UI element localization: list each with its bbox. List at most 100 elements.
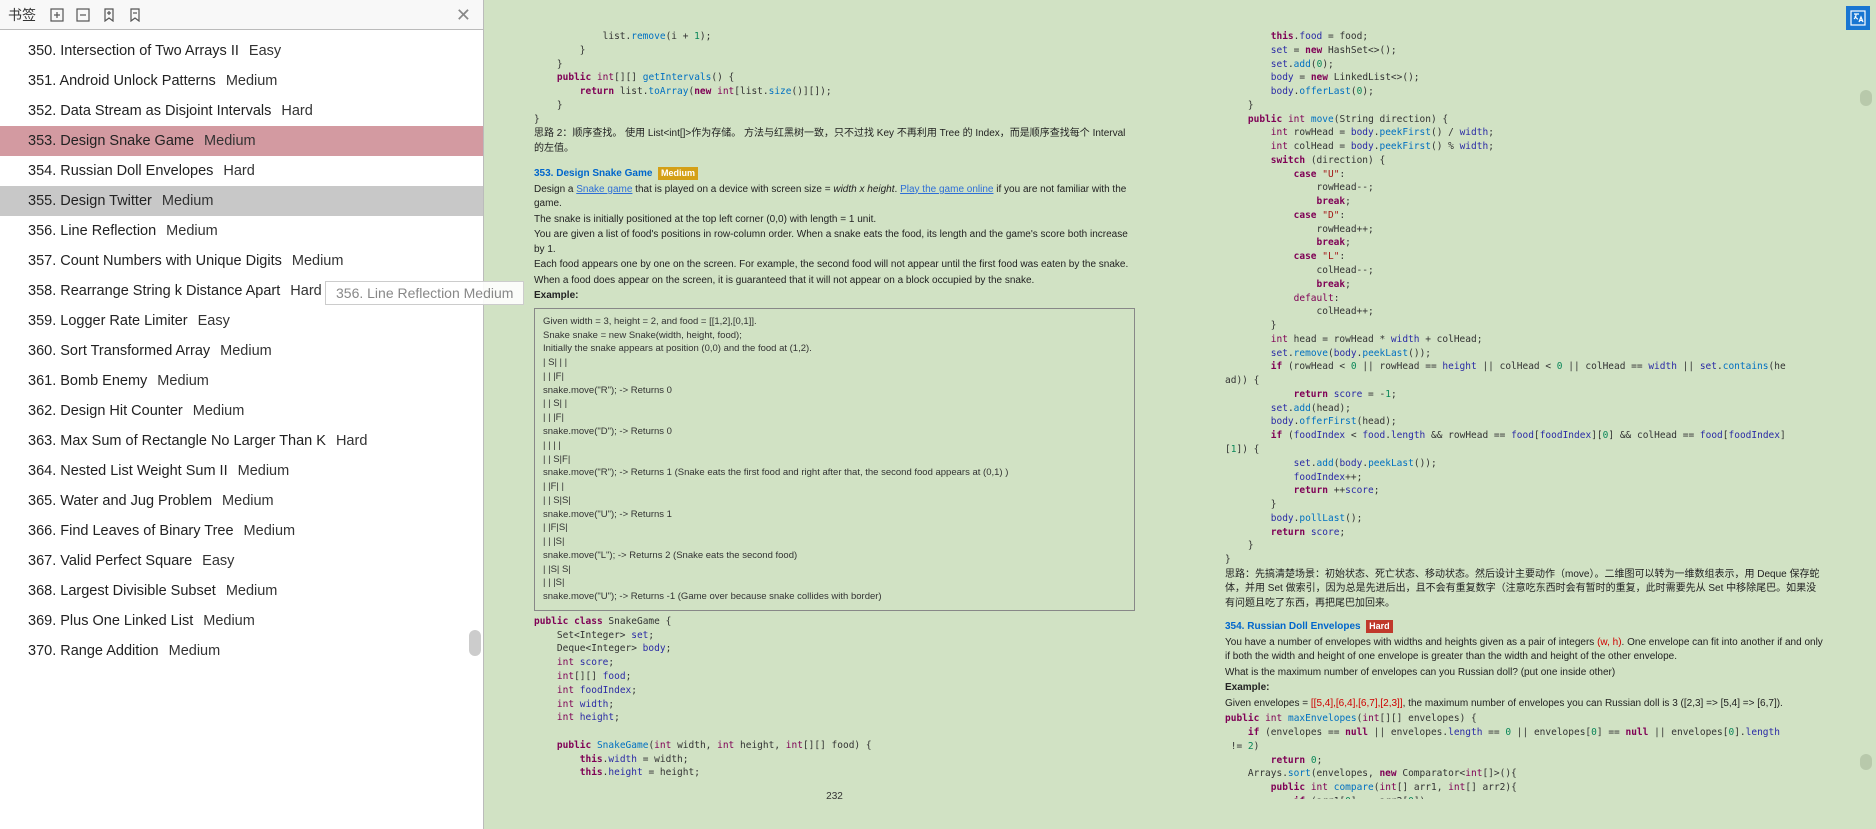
bookmark-item[interactable]: 350. Intersection of Two Arrays II Easy — [0, 36, 483, 66]
bookmark-label: 366. Find Leaves of Binary Tree — [28, 523, 234, 539]
bookmark-item[interactable]: 359. Logger Rate Limiter Easy — [0, 306, 483, 336]
doc-text: Each food appears one by one on the scre… — [534, 258, 1135, 273]
bookmark-difficulty: Hard — [290, 283, 321, 299]
bookmark-item[interactable]: 354. Russian Doll Envelopes Hard — [0, 156, 483, 186]
bookmark-label: 354. Russian Doll Envelopes — [28, 163, 213, 179]
doc-text: Given envelopes = [[5,4],[6,4],[6,7],[2,… — [1225, 697, 1826, 712]
code-block: list.remove(i + 1); } } public int[][] g… — [534, 30, 1135, 126]
bookmark-difficulty: Medium — [203, 613, 255, 629]
bookmark-item[interactable]: 363. Max Sum of Rectangle No Larger Than… — [0, 426, 483, 456]
content-scrollbar[interactable] — [1860, 70, 1872, 770]
bookmark-item[interactable]: 355. Design Twitter Medium — [0, 186, 483, 216]
bookmark-difficulty: Easy — [202, 553, 234, 569]
bookmark-item[interactable]: 364. Nested List Weight Sum II Medium — [0, 456, 483, 486]
bookmark-item[interactable]: 367. Valid Perfect Square Easy — [0, 546, 483, 576]
bookmark-add-icon[interactable] — [100, 6, 118, 24]
bookmark-item[interactable]: 360. Sort Transformed Array Medium — [0, 336, 483, 366]
document-viewer: list.remove(i + 1); } } public int[][] g… — [484, 0, 1876, 829]
bookmark-remove-icon[interactable] — [126, 6, 144, 24]
translate-icon[interactable] — [1846, 6, 1870, 30]
bookmark-difficulty: Medium — [204, 133, 256, 149]
bookmark-item[interactable]: 370. Range Addition Medium — [0, 636, 483, 666]
link-snake-game[interactable]: Snake game — [576, 184, 632, 195]
bookmark-label: 350. Intersection of Two Arrays II — [28, 43, 239, 59]
page-number: 232 — [534, 790, 1135, 799]
bookmark-label: 370. Range Addition — [28, 643, 159, 659]
sidebar-title: 书签 — [8, 5, 36, 25]
bookmark-difficulty: Hard — [223, 163, 254, 179]
bookmark-label: 369. Plus One Linked List — [28, 613, 193, 629]
bookmark-difficulty: Medium — [222, 493, 274, 509]
link-play-online[interactable]: Play the game online — [900, 184, 993, 195]
bookmark-item[interactable]: 358. Rearrange String k Distance Apart Ha… — [0, 276, 483, 306]
code-block: this.food = food; set = new HashSet<>();… — [1225, 30, 1826, 567]
expand-icon[interactable] — [48, 6, 66, 24]
code-block: public class SnakeGame { Set<Integer> se… — [534, 615, 1135, 780]
collapse-icon[interactable] — [74, 6, 92, 24]
bookmark-item[interactable]: 352. Data Stream as Disjoint Intervals Ha… — [0, 96, 483, 126]
page-left: list.remove(i + 1); } } public int[][] g… — [534, 30, 1135, 799]
bookmark-difficulty: Medium — [226, 73, 278, 89]
close-icon[interactable]: ✕ — [452, 6, 475, 24]
bookmark-label: 365. Water and Jug Problem — [28, 493, 212, 509]
bookmark-label: 364. Nested List Weight Sum II — [28, 463, 228, 479]
bookmark-item[interactable]: 369. Plus One Linked List Medium — [0, 606, 483, 636]
bookmark-item[interactable]: 365. Water and Jug Problem Medium — [0, 486, 483, 516]
bookmark-label: 351. Android Unlock Patterns — [28, 73, 216, 89]
bookmark-item[interactable]: 353. Design Snake GameMedium — [0, 126, 483, 156]
bookmark-difficulty: Medium — [169, 643, 221, 659]
bookmark-item[interactable]: 361. Bomb EnemyMedium — [0, 366, 483, 396]
bookmark-label: 359. Logger Rate Limiter — [28, 313, 188, 329]
bookmark-label: 357. Count Numbers with Unique Digits — [28, 253, 282, 269]
bookmark-label: 368. Largest Divisible Subset — [28, 583, 216, 599]
bookmark-item[interactable]: 357. Count Numbers with Unique Digits Med… — [0, 246, 483, 276]
bookmark-difficulty: Medium — [292, 253, 344, 269]
bookmark-label: 356. Line Reflection — [28, 223, 156, 239]
bookmark-label: 352. Data Stream as Disjoint Intervals — [28, 103, 271, 119]
difficulty-tag: Medium — [658, 167, 698, 180]
bookmark-label: 363. Max Sum of Rectangle No Larger Than… — [28, 433, 326, 449]
bookmark-label: 362. Design Hit Counter — [28, 403, 183, 419]
sidebar-header: 书签 ✕ — [0, 0, 483, 30]
bookmark-difficulty: Medium — [220, 343, 272, 359]
problem-heading-353: 353. Design Snake Game Medium — [534, 167, 1135, 182]
bookmark-item[interactable]: 366. Find Leaves of Binary Tree Medium — [0, 516, 483, 546]
doc-note: 思路 2：顺序查找。 使用 List<int[]>作为存储。 方法与红黑树一致，… — [534, 127, 1135, 156]
doc-text: You are given a list of food's positions… — [534, 228, 1135, 257]
code-block: public int maxEnvelopes(int[][] envelope… — [1225, 712, 1826, 799]
page-right: this.food = food; set = new HashSet<>();… — [1225, 30, 1826, 799]
bookmark-label: 355. Design Twitter — [28, 193, 152, 209]
bookmark-item[interactable]: 351. Android Unlock Patterns Medium — [0, 66, 483, 96]
bookmark-item[interactable]: 356. Line ReflectionMedium — [0, 216, 483, 246]
bookmarks-sidebar: 书签 ✕ 350. Intersection of Two Arrays II E… — [0, 0, 484, 829]
bookmark-difficulty: Hard — [336, 433, 367, 449]
bookmark-difficulty: Medium — [244, 523, 296, 539]
bookmark-item[interactable]: 368. Largest Divisible Subset Medium — [0, 576, 483, 606]
bookmark-label: 360. Sort Transformed Array — [28, 343, 210, 359]
doc-text: You have a number of envelopes with widt… — [1225, 636, 1826, 665]
bookmark-item[interactable]: 362. Design Hit Counter Medium — [0, 396, 483, 426]
doc-text: When a food does appear on the screen, i… — [534, 274, 1135, 289]
bookmark-difficulty: Medium — [238, 463, 290, 479]
content-scroll-thumb-top[interactable] — [1860, 90, 1872, 106]
bookmark-difficulty: Easy — [249, 43, 281, 59]
bookmark-difficulty: Hard — [281, 103, 312, 119]
bookmark-label: 358. Rearrange String k Distance Apart — [28, 283, 280, 299]
bookmark-label: 367. Valid Perfect Square — [28, 553, 192, 569]
bookmark-label: 361. Bomb Enemy — [28, 373, 147, 389]
scrollbar-thumb[interactable] — [469, 630, 481, 656]
sidebar-toolbar — [48, 6, 144, 24]
bookmark-difficulty: Medium — [193, 403, 245, 419]
difficulty-tag: Hard — [1366, 620, 1393, 633]
doc-text: What is the maximum number of envelopes … — [1225, 666, 1826, 681]
content-scroll-thumb-bottom[interactable] — [1860, 754, 1872, 770]
bookmark-difficulty: Easy — [198, 313, 230, 329]
bookmark-difficulty: Medium — [162, 193, 214, 209]
problem-heading-354: 354. Russian Doll Envelopes Hard — [1225, 620, 1826, 635]
example-label: Example: — [534, 289, 1135, 304]
doc-text: Design a Snake game that is played on a … — [534, 183, 1135, 212]
example-box: Given width = 3, height = 2, and food = … — [534, 308, 1135, 611]
bookmark-list: 350. Intersection of Two Arrays IIEasy35… — [0, 30, 483, 829]
bookmark-difficulty: Medium — [226, 583, 278, 599]
doc-text: The snake is initially positioned at the… — [534, 213, 1135, 228]
